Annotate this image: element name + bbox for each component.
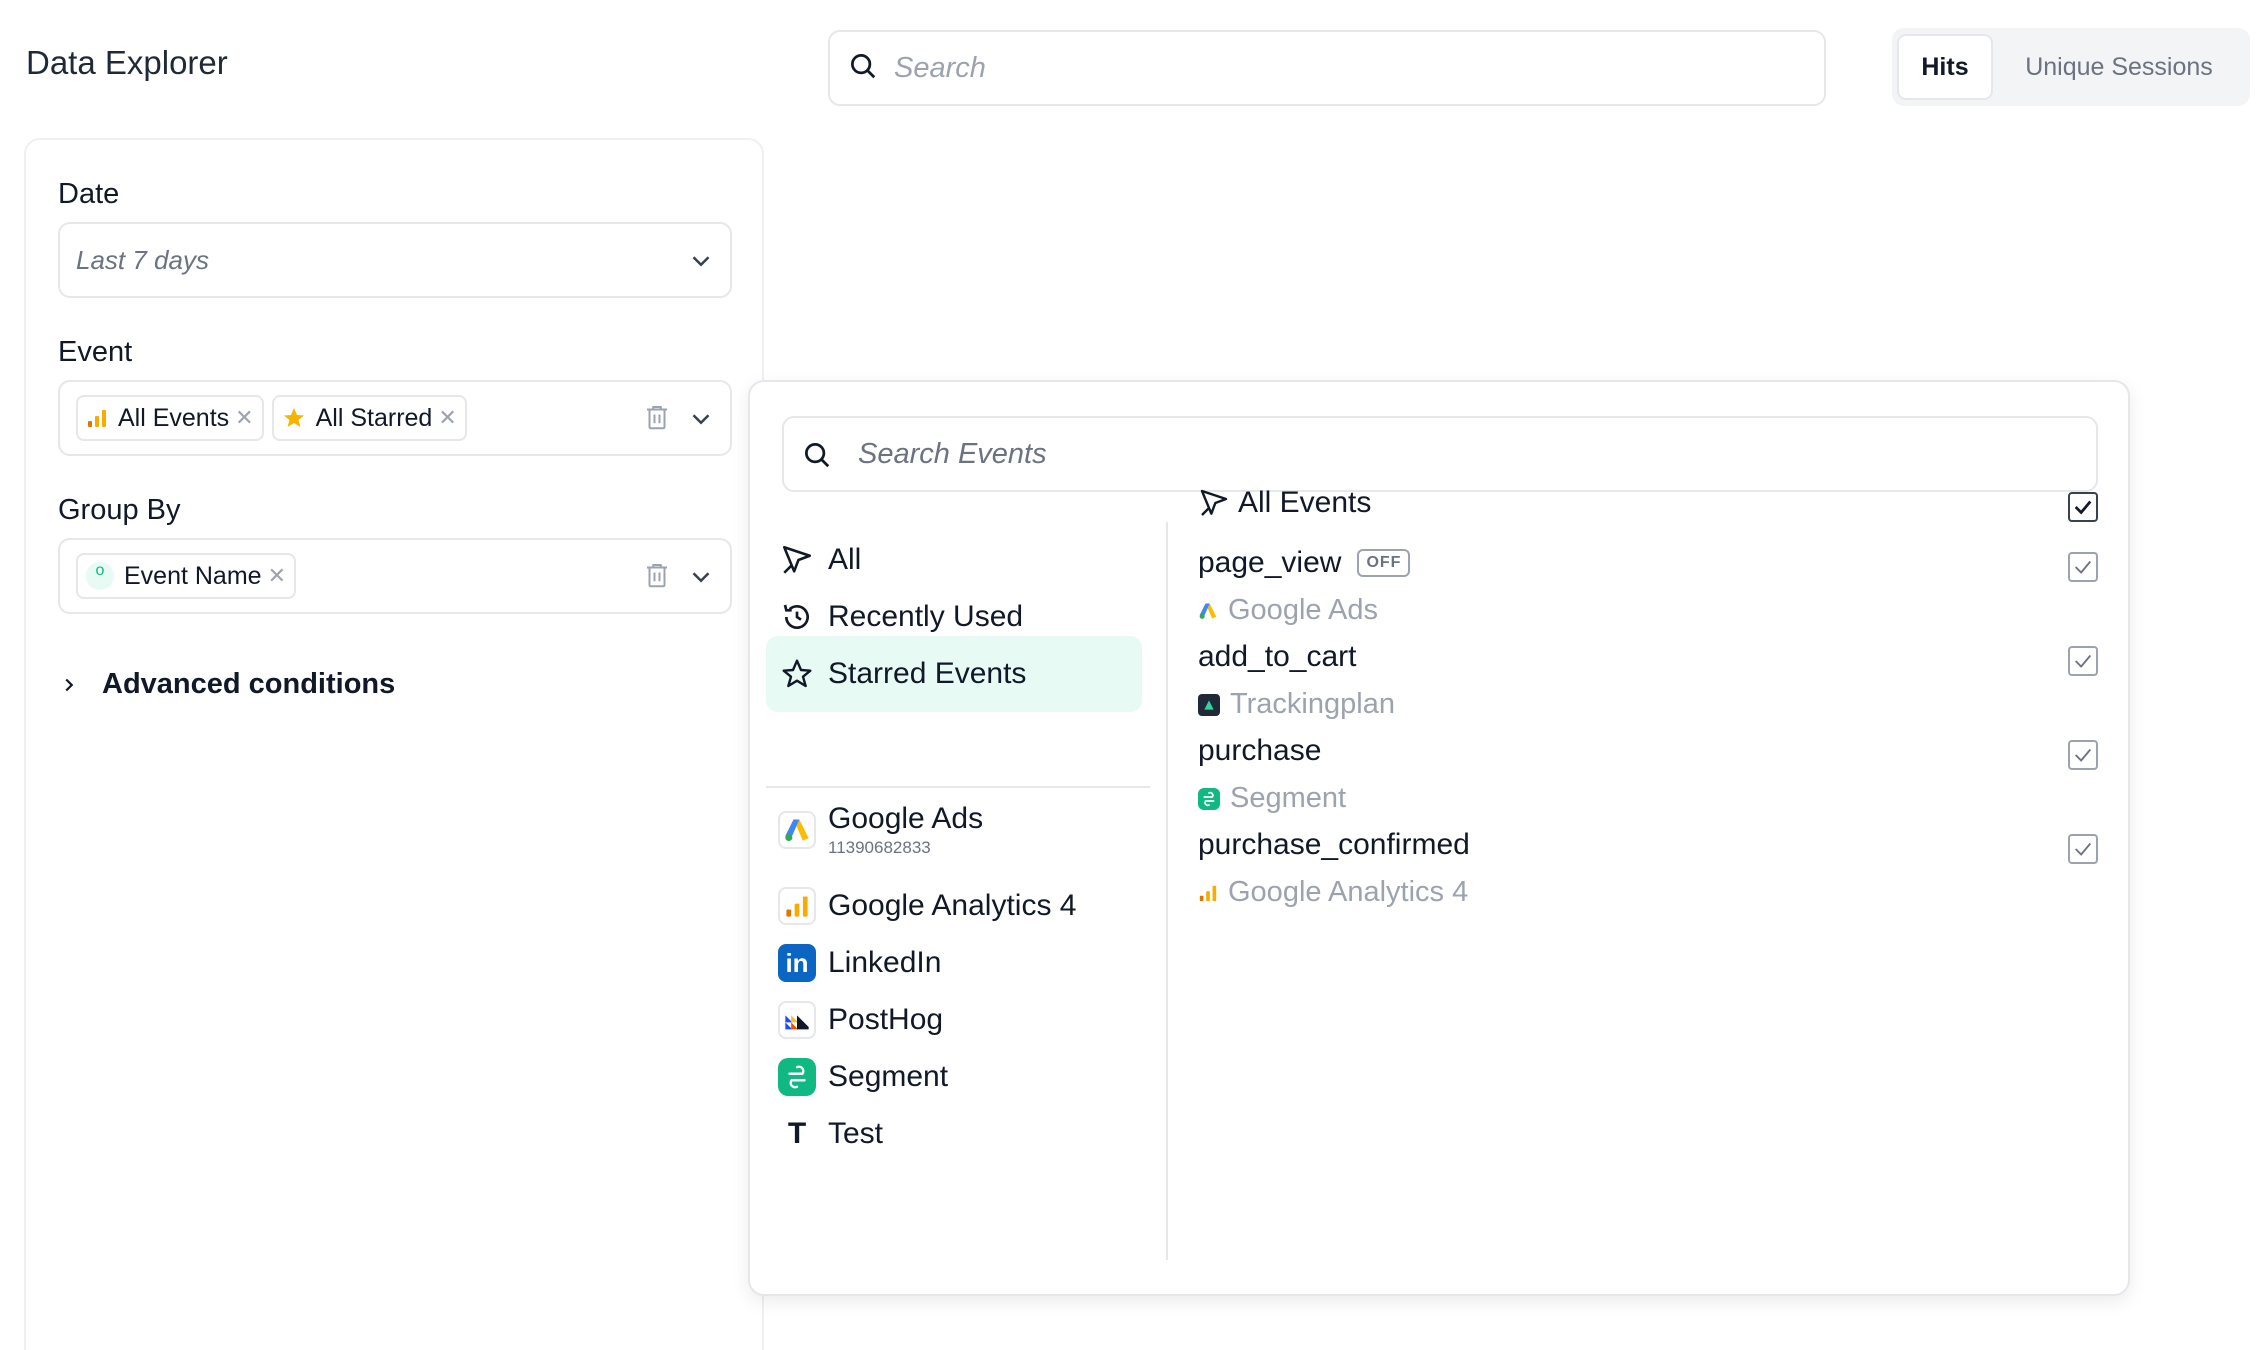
advanced-conditions-toggle[interactable]: Advanced conditions bbox=[58, 668, 395, 701]
star-icon bbox=[282, 406, 306, 430]
toggle-unique-sessions[interactable]: Unique Sessions bbox=[1993, 34, 2245, 100]
event-name: All Events bbox=[1238, 486, 1372, 519]
event-checkbox[interactable] bbox=[2068, 834, 2098, 864]
toggle-hits[interactable]: Hits bbox=[1897, 34, 1993, 100]
group-by-chip-event-name: o Event Name ✕ bbox=[76, 553, 296, 599]
category-list: All Recently Used Starred Events Google … bbox=[766, 522, 1148, 1246]
source-test[interactable]: T Test bbox=[766, 1096, 1142, 1172]
event-label: Event bbox=[58, 336, 133, 368]
event-source: Google Analytics 4 bbox=[1228, 876, 1469, 908]
cursor-icon bbox=[1198, 487, 1230, 519]
filters-panel bbox=[24, 138, 764, 1350]
segment-icon bbox=[1198, 787, 1220, 810]
event-source: Google Ads bbox=[1228, 594, 1378, 626]
linkedin-icon: in bbox=[778, 944, 816, 982]
page-title: Data Explorer bbox=[26, 44, 228, 81]
event-row-add-to-cart[interactable]: add_to_cart Trackingplan bbox=[1198, 640, 2098, 721]
date-select[interactable]: Last 7 days bbox=[58, 222, 732, 298]
metric-toggle: Hits Unique Sessions bbox=[1892, 28, 2250, 106]
category-starred-events[interactable]: Starred Events bbox=[766, 636, 1142, 712]
event-row-purchase-confirmed[interactable]: purchase_confirmed Google Analytics 4 bbox=[1198, 828, 2098, 909]
event-name: page_view bbox=[1198, 546, 1342, 579]
event-name: purchase bbox=[1198, 734, 1322, 767]
chip-label: All Starred bbox=[315, 403, 433, 432]
group-by-select[interactable]: o Event Name ✕ bbox=[58, 538, 732, 614]
event-name: purchase_confirmed bbox=[1198, 828, 1470, 861]
off-badge: OFF bbox=[1357, 549, 1411, 577]
event-row-purchase[interactable]: purchase Segment bbox=[1198, 734, 2098, 815]
category-label: Recently Used bbox=[828, 600, 1024, 633]
event-select[interactable]: All Events ✕ All Starred ✕ bbox=[58, 380, 732, 456]
trash-icon[interactable] bbox=[642, 402, 672, 437]
category-label: Starred Events bbox=[828, 657, 1027, 690]
text-icon: T bbox=[787, 1117, 807, 1150]
event-checkbox[interactable] bbox=[2068, 740, 2098, 770]
chip-remove-icon[interactable]: ✕ bbox=[268, 563, 286, 589]
global-search-box[interactable] bbox=[828, 30, 1826, 106]
event-row-all-events[interactable]: All Events bbox=[1198, 486, 2098, 522]
source-label: Segment bbox=[828, 1060, 949, 1093]
chip-label: All Events bbox=[118, 403, 230, 432]
event-chip-all-events: All Events ✕ bbox=[76, 395, 264, 441]
google-analytics-icon bbox=[1198, 883, 1218, 903]
circle-o-icon: o bbox=[86, 562, 114, 590]
event-name: add_to_cart bbox=[1198, 640, 1357, 673]
event-checkbox[interactable] bbox=[2068, 552, 2098, 582]
segment-icon bbox=[778, 1058, 816, 1096]
event-chip-all-starred: All Starred ✕ bbox=[271, 395, 467, 441]
event-row-page-view[interactable]: page_view OFF Google Ads bbox=[1198, 546, 2098, 627]
google-ads-icon bbox=[778, 811, 816, 849]
chevron-down-icon[interactable] bbox=[686, 562, 716, 597]
source-label: Google Ads bbox=[828, 802, 984, 835]
event-search-box[interactable] bbox=[782, 416, 2098, 492]
source-label: LinkedIn bbox=[828, 946, 942, 979]
google-analytics-icon bbox=[86, 407, 108, 429]
chevron-down-icon[interactable] bbox=[686, 404, 716, 439]
trackingplan-icon bbox=[1198, 693, 1220, 716]
event-picker-dropdown: All Recently Used Starred Events Google … bbox=[748, 380, 2130, 1296]
search-icon bbox=[802, 440, 832, 475]
posthog-icon bbox=[778, 1001, 816, 1039]
chevron-down-icon bbox=[686, 246, 716, 281]
event-checkbox[interactable] bbox=[2068, 646, 2098, 676]
cursor-icon bbox=[778, 541, 816, 579]
category-divider bbox=[766, 786, 1150, 788]
date-label: Date bbox=[58, 178, 120, 210]
search-icon bbox=[848, 51, 878, 86]
source-label: PostHog bbox=[828, 1003, 944, 1036]
event-source: Trackingplan bbox=[1230, 688, 1395, 720]
event-source: Segment bbox=[1230, 782, 1347, 814]
source-label: Test bbox=[828, 1117, 884, 1150]
google-analytics-icon bbox=[778, 887, 816, 925]
global-search-input[interactable] bbox=[894, 51, 1794, 85]
trash-icon[interactable] bbox=[642, 560, 672, 595]
chip-label: Event Name bbox=[124, 561, 262, 590]
source-account-id: 11390682833 bbox=[828, 838, 931, 857]
history-icon bbox=[778, 598, 816, 636]
date-placeholder: Last 7 days bbox=[76, 244, 209, 275]
source-google-ads[interactable]: Google Ads 11390682833 bbox=[766, 792, 1142, 868]
category-label: All bbox=[828, 543, 862, 576]
column-divider bbox=[1166, 522, 1168, 1260]
chip-remove-icon[interactable]: ✕ bbox=[438, 405, 456, 431]
advanced-conditions-label: Advanced conditions bbox=[102, 668, 396, 700]
event-search-input[interactable] bbox=[858, 437, 2008, 471]
source-label: Google Analytics 4 bbox=[828, 889, 1077, 922]
chevron-right-icon bbox=[58, 674, 80, 696]
group-by-label: Group By bbox=[58, 494, 181, 526]
star-icon bbox=[778, 655, 816, 693]
event-checkbox[interactable] bbox=[2068, 492, 2098, 522]
google-ads-icon bbox=[1198, 601, 1218, 621]
chip-remove-icon[interactable]: ✕ bbox=[235, 405, 253, 431]
